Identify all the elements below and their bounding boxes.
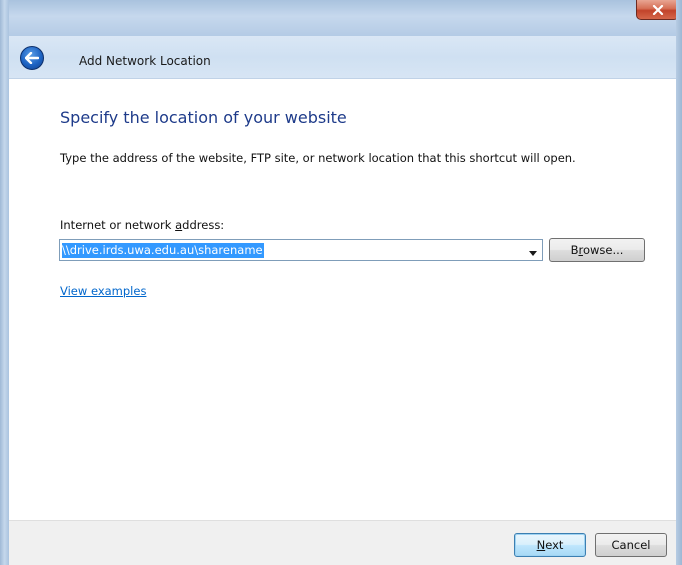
address-label-prefix: Internet or network: [60, 218, 176, 232]
address-input[interactable]: \\drive.irds.uwa.edu.au\sharename: [62, 243, 264, 258]
back-arrow-icon: [24, 49, 40, 68]
browse-label: Browse...: [571, 243, 624, 257]
window-frame-right: [676, 0, 682, 565]
instruction-text: Type the address of the website, FTP sit…: [60, 151, 576, 165]
back-button[interactable]: [20, 46, 44, 70]
wizard-footer: Next Cancel: [9, 520, 676, 565]
browse-label-suffix: owse...: [582, 243, 624, 257]
address-dropdown-button[interactable]: [524, 240, 542, 260]
window-frame-left: [0, 0, 9, 565]
next-label: Next: [537, 538, 564, 552]
next-button[interactable]: Next: [514, 533, 586, 557]
browse-button[interactable]: Browse...: [549, 238, 645, 262]
title-bar[interactable]: [0, 0, 682, 36]
cancel-label: Cancel: [611, 538, 651, 552]
add-network-location-window: Add Network Location Specify the locatio…: [0, 0, 682, 565]
next-label-suffix: ext: [545, 538, 564, 552]
address-combobox[interactable]: \\drive.irds.uwa.edu.au\sharename: [59, 239, 543, 261]
close-icon: [652, 4, 664, 15]
close-button[interactable]: [636, 0, 679, 20]
page-heading: Specify the location of your website: [60, 108, 347, 127]
next-label-mnemonic: N: [536, 538, 546, 552]
address-label-suffix: ddress:: [182, 218, 225, 232]
chevron-down-icon: [529, 241, 537, 260]
address-label: Internet or network address:: [60, 218, 224, 232]
wizard-header: Add Network Location: [9, 36, 676, 79]
cancel-button[interactable]: Cancel: [595, 533, 667, 557]
wizard-title: Add Network Location: [79, 54, 211, 68]
view-examples-link[interactable]: View examples: [60, 284, 146, 298]
wizard-content: Specify the location of your website Typ…: [9, 79, 676, 520]
